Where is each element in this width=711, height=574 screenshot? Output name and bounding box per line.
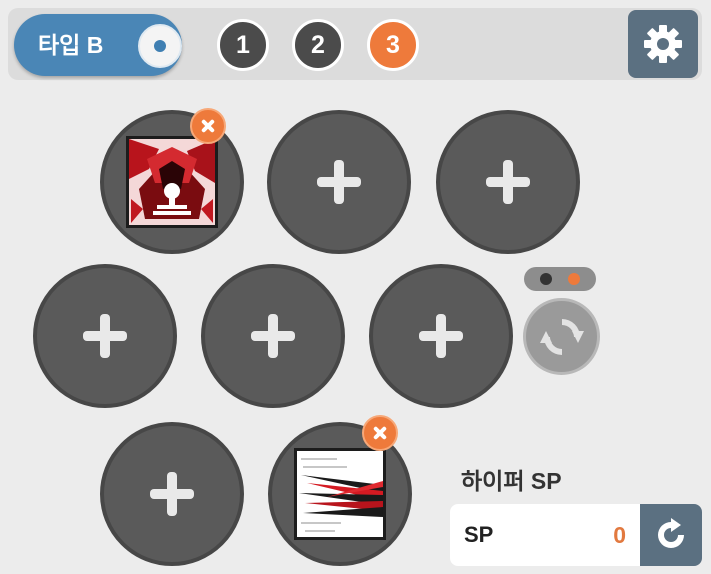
plus-icon-stem	[167, 472, 177, 516]
plus-icon-stem	[100, 314, 110, 358]
page-button-2[interactable]: 2	[292, 19, 344, 71]
sp-reset-button[interactable]	[640, 504, 702, 566]
skill-slot-5[interactable]	[201, 264, 345, 408]
hyper-sp-title: 하이퍼 SP	[461, 468, 562, 494]
toggle-knob-dot	[154, 40, 166, 52]
page-button-3[interactable]: 3	[367, 19, 419, 71]
gear-icon	[644, 25, 682, 63]
reset-icon	[658, 518, 684, 548]
plus-icon-stem	[503, 160, 513, 204]
type-toggle-label: 타입 B	[38, 32, 104, 58]
sp-label: SP	[464, 522, 494, 547]
skill-slot-4[interactable]	[33, 264, 177, 408]
skill-slot-3[interactable]	[436, 110, 580, 254]
type-toggle-switch[interactable]: 타입 B	[14, 14, 182, 76]
red-demon-skill-icon	[126, 136, 218, 228]
remove-skill-button-8[interactable]	[362, 415, 398, 451]
plus-icon-stem	[436, 314, 446, 358]
skill-slot-7[interactable]	[100, 422, 244, 566]
page-button-1[interactable]: 1	[217, 19, 269, 71]
red-slash-skill-icon	[294, 448, 386, 540]
remove-skill-button-1[interactable]	[190, 108, 226, 144]
skill-slot-2[interactable]	[267, 110, 411, 254]
refresh-icon	[540, 319, 584, 355]
skill-slot-6[interactable]	[369, 264, 513, 408]
plus-icon-stem	[334, 160, 344, 204]
sp-value: 0	[613, 522, 626, 548]
plus-icon-stem	[268, 314, 278, 358]
page-dot-2	[568, 273, 580, 285]
page-indicator	[524, 267, 596, 291]
page-dot-1	[540, 273, 552, 285]
sp-display: SP 0	[450, 504, 640, 566]
toggle-knob	[138, 24, 182, 68]
settings-button[interactable]	[628, 10, 698, 78]
swap-button[interactable]	[523, 298, 600, 375]
